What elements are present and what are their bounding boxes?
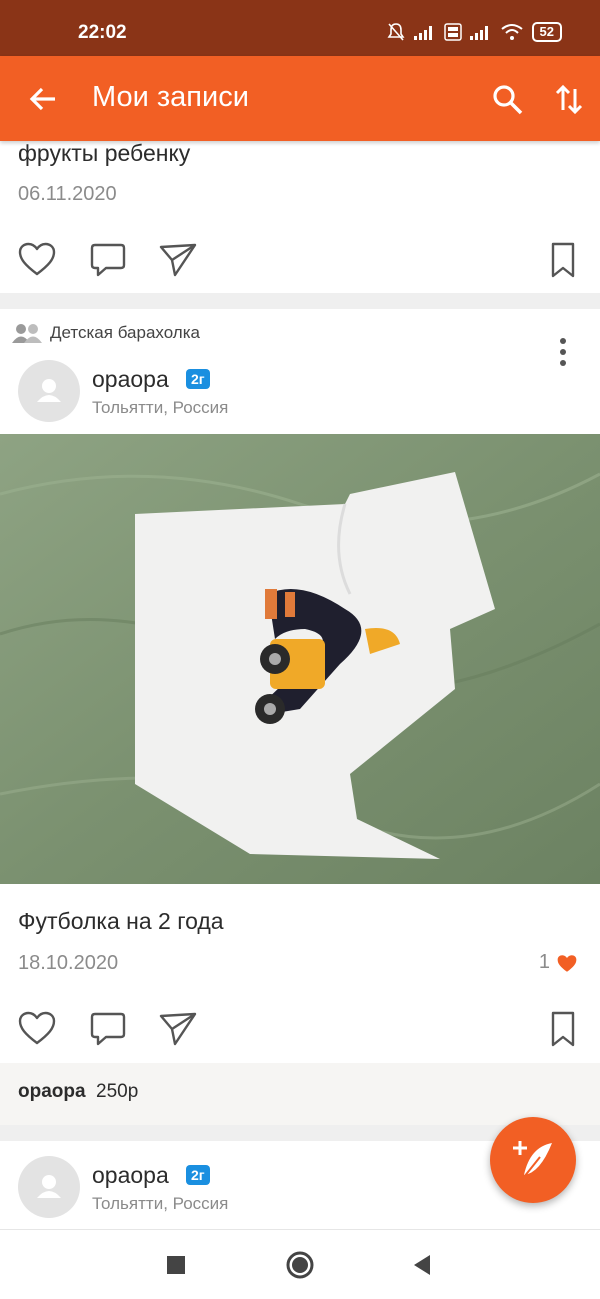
post-date: 18.10.2020 bbox=[18, 952, 119, 974]
author-name[interactable]: ораора bbox=[92, 1162, 169, 1189]
post-text: Футболка на 2 года bbox=[18, 908, 224, 934]
post-date: 06.11.2020 bbox=[18, 183, 117, 205]
avatar[interactable] bbox=[18, 1156, 80, 1218]
system-nav-bar bbox=[0, 1229, 600, 1299]
user-placeholder-icon bbox=[37, 1175, 61, 1198]
status-icons: 52 bbox=[386, 22, 562, 42]
wifi-icon bbox=[500, 24, 523, 40]
author-location: Тольятти, Россия bbox=[92, 1194, 229, 1213]
bookmark-icon[interactable] bbox=[543, 1009, 583, 1049]
age-badge: 2г bbox=[186, 369, 210, 389]
age-badge: 2г bbox=[186, 1165, 210, 1185]
post-photo[interactable] bbox=[0, 434, 600, 884]
new-post-button[interactable] bbox=[490, 1117, 576, 1203]
more-options-icon[interactable] bbox=[553, 336, 573, 368]
avatar[interactable] bbox=[18, 360, 80, 422]
comment-icon[interactable] bbox=[88, 240, 128, 280]
page-title: Мои записи bbox=[92, 81, 249, 113]
author-name[interactable]: ораора bbox=[92, 366, 169, 393]
post-divider bbox=[0, 293, 600, 309]
share-icon[interactable] bbox=[158, 1009, 198, 1049]
bookmark-icon[interactable] bbox=[543, 240, 583, 280]
comment-preview[interactable]: ораора 250р bbox=[0, 1063, 600, 1125]
battery-indicator: 52 bbox=[531, 22, 562, 42]
post-text: фрукты ребенку bbox=[18, 140, 191, 166]
sort-icon[interactable] bbox=[552, 82, 586, 116]
comment-icon[interactable] bbox=[88, 1009, 128, 1049]
comment-text: 250р bbox=[96, 1081, 139, 1102]
share-icon[interactable] bbox=[158, 240, 198, 280]
signal-icon bbox=[413, 26, 432, 40]
like-heart-icon[interactable] bbox=[17, 1009, 57, 1049]
mute-icon bbox=[387, 23, 405, 41]
likes-count[interactable]: 1 bbox=[539, 951, 578, 974]
back-arrow-icon[interactable] bbox=[26, 82, 60, 116]
group-name: Детская барахолка bbox=[50, 323, 200, 342]
status-bar: 22:02 52 bbox=[0, 0, 600, 56]
filled-heart-icon bbox=[557, 954, 577, 972]
group-icon bbox=[12, 324, 42, 343]
user-placeholder-icon bbox=[37, 379, 61, 402]
like-heart-icon[interactable] bbox=[17, 240, 57, 280]
author-location: Тольятти, Россия bbox=[92, 398, 229, 417]
tshirt-photo-image bbox=[0, 434, 600, 884]
status-time: 22:02 bbox=[78, 22, 127, 43]
group-row[interactable]: Детская барахолка bbox=[12, 322, 200, 344]
signal-icon-2 bbox=[469, 26, 488, 40]
feather-pen-icon bbox=[513, 1141, 552, 1178]
recent-apps-icon[interactable] bbox=[166, 1255, 186, 1275]
likes-number: 1 bbox=[538, 951, 550, 973]
volte-icon bbox=[443, 23, 462, 41]
back-nav-icon[interactable] bbox=[412, 1254, 432, 1276]
home-icon[interactable] bbox=[285, 1250, 315, 1280]
app-bar: Мои записи bbox=[0, 56, 600, 141]
comment-author: ораора bbox=[18, 1081, 86, 1102]
search-icon[interactable] bbox=[490, 82, 524, 116]
